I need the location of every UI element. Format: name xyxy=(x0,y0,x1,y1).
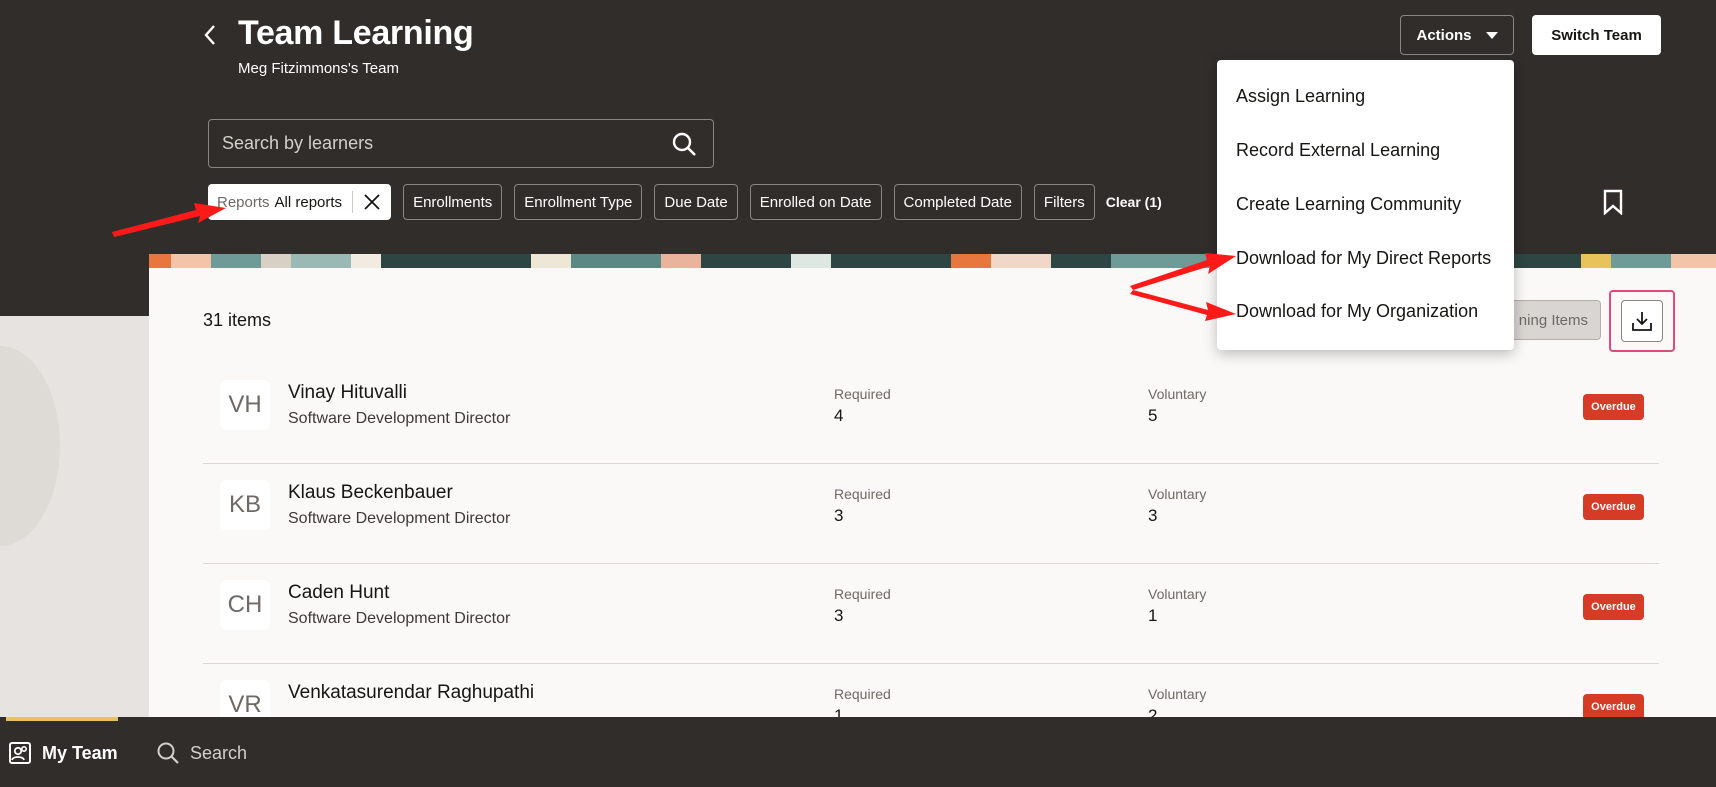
status-badge: Overdue xyxy=(1583,594,1644,620)
voluntary-label: Voluntary xyxy=(1148,486,1207,502)
nav-search-label: Search xyxy=(190,742,248,763)
due-date-filter-chip[interactable]: Due Date xyxy=(654,184,738,220)
back-button[interactable] xyxy=(198,22,222,48)
page-subtitle: Meg Fitzimmons's Team xyxy=(238,60,399,77)
search-box xyxy=(208,119,714,168)
actions-menu: Assign Learning Record External Learning… xyxy=(1217,60,1514,350)
enrollment-type-filter-chip[interactable]: Enrollment Type xyxy=(514,184,643,220)
learner-role: Software Development Director xyxy=(288,510,511,527)
clear-filters-link[interactable]: Clear (1) xyxy=(1106,194,1162,210)
required-label: Required xyxy=(834,486,891,502)
item-count: 31 items xyxy=(203,310,272,330)
enrolled-on-date-filter-chip[interactable]: Enrolled on Date xyxy=(749,184,882,220)
list-item[interactable]: CH Caden Hunt Software Development Direc… xyxy=(203,564,1659,664)
learner-list: VH Vinay Hituvalli Software Development … xyxy=(203,364,1659,717)
voluntary-count: 2 xyxy=(1148,706,1158,717)
avatar: VR xyxy=(220,680,270,717)
required-label: Required xyxy=(834,386,891,402)
required-label: Required xyxy=(834,686,891,702)
voluntary-count: 1 xyxy=(1148,606,1158,625)
status-badge: Overdue xyxy=(1583,394,1644,420)
reports-chip-value: All reports xyxy=(274,193,343,211)
actions-button[interactable]: Actions xyxy=(1400,15,1514,55)
reports-chip-label: Reports xyxy=(217,193,270,211)
list-item[interactable]: KB Klaus Beckenbauer Software Developmen… xyxy=(203,464,1659,564)
caret-down-icon xyxy=(1485,31,1498,39)
actions-button-label: Actions xyxy=(1416,26,1472,44)
menu-item-record-external-learning[interactable]: Record External Learning xyxy=(1236,140,1440,161)
learner-name[interactable]: Caden Hunt xyxy=(288,582,389,604)
required-count: 3 xyxy=(834,506,844,525)
chevron-left-icon xyxy=(204,25,215,45)
search-input[interactable] xyxy=(209,120,649,167)
required-count: 1 xyxy=(834,706,844,717)
learner-name[interactable]: Klaus Beckenbauer xyxy=(288,482,453,504)
reports-filter-chip[interactable]: Reports All reports xyxy=(208,184,392,220)
switch-team-button[interactable]: Switch Team xyxy=(1532,15,1661,55)
voluntary-label: Voluntary xyxy=(1148,586,1207,602)
menu-item-download-organization[interactable]: Download for My Organization xyxy=(1236,301,1478,322)
completed-date-filter-chip[interactable]: Completed Date xyxy=(893,184,1022,220)
list-item[interactable]: VR Venkatasurendar Raghupathi Required 1… xyxy=(203,664,1659,717)
learner-name[interactable]: Venkatasurendar Raghupathi xyxy=(288,682,534,704)
status-badge: Overdue xyxy=(1583,494,1644,520)
chip-divider xyxy=(352,191,354,213)
nav-my-team-label: My Team xyxy=(42,742,118,763)
menu-item-assign-learning[interactable]: Assign Learning xyxy=(1236,86,1365,107)
decorative-background xyxy=(0,316,149,717)
menu-item-create-learning-community[interactable]: Create Learning Community xyxy=(1236,194,1461,215)
required-count: 4 xyxy=(834,406,844,425)
voluntary-label: Voluntary xyxy=(1148,386,1207,402)
voluntary-count: 5 xyxy=(1148,406,1158,425)
learner-role: Software Development Director xyxy=(288,610,511,627)
required-label: Required xyxy=(834,586,891,602)
learner-role: Software Development Director xyxy=(288,410,511,427)
filters-chip[interactable]: Filters xyxy=(1033,184,1095,220)
list-item[interactable]: VH Vinay Hituvalli Software Development … xyxy=(203,364,1659,464)
nav-search[interactable]: Search xyxy=(156,741,247,765)
search-icon[interactable] xyxy=(671,131,697,157)
avatar: CH xyxy=(220,580,270,630)
download-button[interactable] xyxy=(1621,300,1663,342)
bottom-nav: My Team Search xyxy=(0,717,1716,787)
required-count: 3 xyxy=(834,606,844,625)
voluntary-label: Voluntary xyxy=(1148,686,1207,702)
avatar: VH xyxy=(220,380,270,430)
filter-chips: Reports All reports Enrollments Enrollme… xyxy=(208,184,1162,220)
menu-item-download-direct-reports[interactable]: Download for My Direct Reports xyxy=(1236,248,1491,269)
nav-my-team[interactable]: My Team xyxy=(8,741,118,765)
avatar: KB xyxy=(220,480,270,530)
download-icon xyxy=(1632,312,1652,331)
page-title: Team Learning xyxy=(238,14,474,52)
search-icon xyxy=(157,742,179,764)
team-icon xyxy=(9,742,31,764)
voluntary-count: 3 xyxy=(1148,506,1158,525)
close-icon[interactable] xyxy=(363,193,381,211)
enrollments-filter-chip[interactable]: Enrollments xyxy=(403,184,503,220)
bookmark-icon[interactable] xyxy=(1602,189,1624,215)
active-tab-indicator xyxy=(6,717,118,721)
download-button-highlight xyxy=(1609,290,1675,352)
status-badge: Overdue xyxy=(1583,694,1644,717)
learner-name[interactable]: Vinay Hituvalli xyxy=(288,382,407,404)
